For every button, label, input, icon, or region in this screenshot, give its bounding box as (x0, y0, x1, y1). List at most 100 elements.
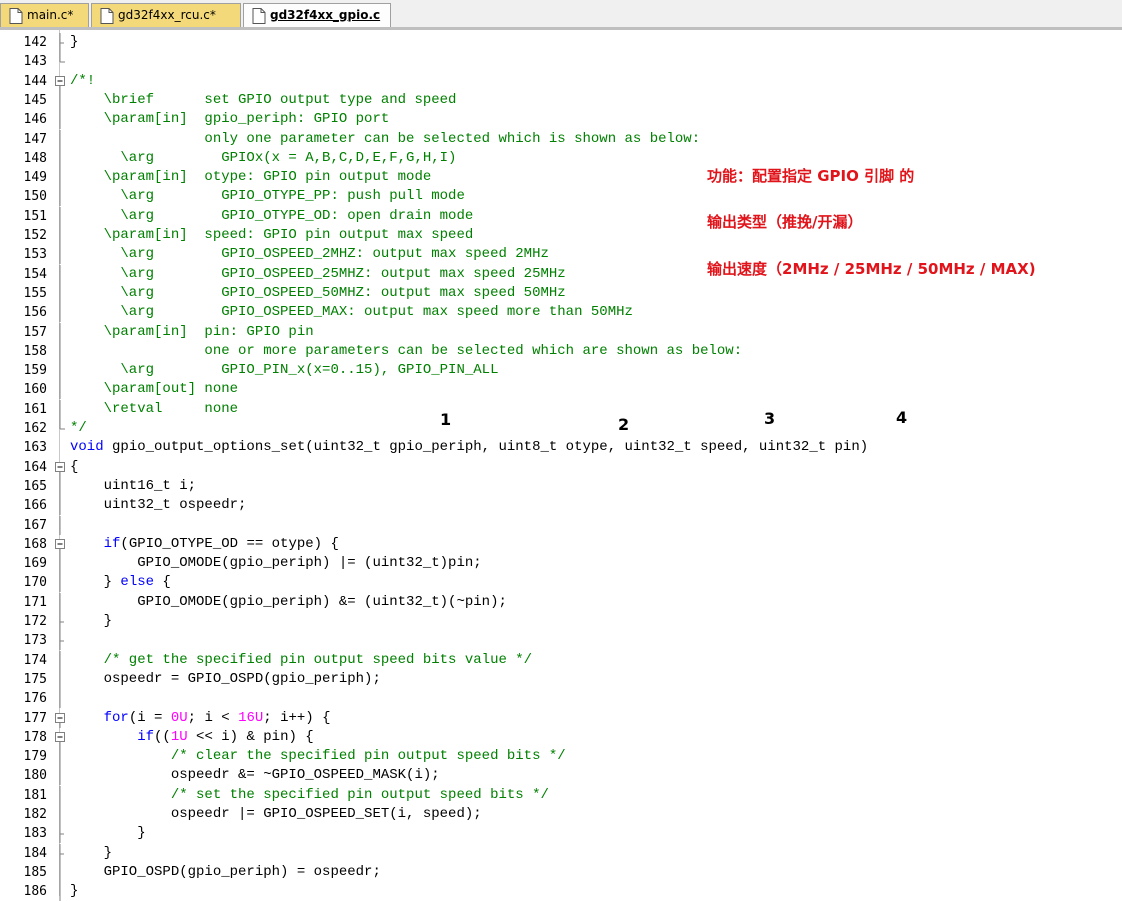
code-line: 181 /* set the specified pin output spee… (0, 785, 1122, 805)
code-text[interactable]: if((1U << i) & pin) { (70, 728, 313, 747)
code-text[interactable]: \param[in] gpio_periph: GPIO port (70, 110, 390, 129)
line-number: 169 (23, 556, 47, 572)
code-text[interactable]: \arg GPIO_OSPEED_25MHZ: output max speed… (70, 265, 565, 284)
code-text[interactable]: } (70, 844, 112, 863)
code-number: 1U (170, 728, 188, 745)
line-number: 161 (23, 401, 47, 417)
code-text[interactable]: } (70, 824, 145, 843)
fold-guide-icon (59, 264, 61, 284)
line-number: 173 (23, 633, 47, 649)
code-text[interactable]: \retval none (70, 400, 238, 419)
fold-toggle-icon[interactable] (54, 458, 67, 477)
tab-gd32f4xx-gpio-c[interactable]: gd32f4xx_gpio.c (243, 3, 391, 27)
code-text[interactable]: \param[in] otype: GPIO pin output mode (70, 168, 432, 187)
code-text[interactable]: \param[in] pin: GPIO pin (70, 323, 314, 342)
code-token: GPIO_OSPD(gpio_periph) = ospeedr; (70, 863, 381, 880)
code-token: (i = (128, 709, 171, 726)
code-line: 152 \param[in] speed: GPIO pin output ma… (0, 226, 1122, 245)
line-number: 160 (23, 382, 47, 398)
code-text[interactable]: \arg GPIO_OTYPE_PP: push pull mode (70, 187, 464, 206)
code-editor[interactable]: 142} 143 144/*! 145 \brief set GPIO output … (0, 30, 1122, 901)
code-comment: \arg GPIO_OSPEED_50MHZ: output max speed… (70, 284, 566, 301)
fold-toggle-icon[interactable] (54, 72, 67, 91)
code-text[interactable]: /* clear the specified pin output speed … (70, 747, 566, 766)
fold-guide-icon (59, 380, 61, 400)
code-text[interactable]: GPIO_OMODE(gpio_periph) &= (uint32_t)(~p… (70, 593, 507, 612)
code-text[interactable]: \arg GPIO_OSPEED_50MHZ: output max speed… (70, 284, 566, 303)
code-comment: \arg GPIO_OSPEED_2MHZ: output max speed … (70, 246, 549, 263)
code-line: 150 \arg GPIO_OTYPE_PP: push pull mode (0, 187, 1122, 207)
code-text[interactable]: ospeedr = GPIO_OSPD(gpio_periph); (70, 670, 381, 689)
code-text[interactable]: } else { (70, 573, 171, 592)
fold-guide-icon (59, 515, 61, 535)
fold-guide-icon (59, 148, 61, 168)
fold-guide-icon (59, 187, 61, 207)
fold-guide-icon (59, 341, 61, 361)
code-number: 0U (170, 709, 188, 726)
code-text[interactable]: { (70, 458, 78, 477)
code-text[interactable]: if(GPIO_OTYPE_OD == otype) { (70, 535, 339, 554)
line-number: 186 (23, 884, 47, 900)
code-text[interactable]: GPIO_OSPD(gpio_periph) = ospeedr; (70, 863, 381, 882)
code-text[interactable]: one or more parameters can be selected w… (70, 342, 742, 361)
line-number: 171 (23, 594, 47, 610)
code-text[interactable]: ospeedr |= GPIO_OSPEED_SET(i, speed); (70, 805, 482, 824)
fold-guide-icon (59, 110, 61, 130)
code-text[interactable]: */ (70, 419, 87, 438)
code-text[interactable]: uint32_t ospeedr; (70, 496, 247, 515)
code-text[interactable]: /*! (70, 72, 95, 91)
code-text[interactable]: GPIO_OMODE(gpio_periph) |= (uint32_t)pin… (70, 554, 481, 573)
line-number: 150 (23, 189, 47, 205)
fold-guide-icon (59, 226, 61, 245)
fold-guide-icon (59, 843, 64, 863)
code-token: { (70, 458, 79, 475)
code-keyword: for (103, 709, 129, 726)
line-number: 155 (23, 285, 47, 301)
code-text[interactable]: ospeedr &= ~GPIO_OSPEED_MASK(i); (70, 766, 440, 785)
line-number: 174 (23, 652, 47, 668)
code-token: ; i < (187, 709, 239, 726)
code-text[interactable]: } (70, 33, 78, 52)
code-text[interactable]: \arg GPIO_OTYPE_OD: open drain mode (70, 207, 473, 226)
fold-guide-icon (59, 882, 61, 901)
fold-toggle-icon[interactable] (54, 709, 67, 728)
fold-toggle-icon[interactable] (54, 728, 67, 747)
code-text[interactable]: void gpio_output_options_set(uint32_t gp… (70, 438, 868, 457)
code-token: ospeedr &= ~GPIO_OSPEED_MASK(i); (70, 767, 440, 784)
code-line: 159 \arg GPIO_PIN_x(x=0..15), GPIO_PIN_A… (0, 361, 1122, 381)
code-line: 184 } (0, 843, 1122, 863)
code-text[interactable]: \param[out] none (70, 380, 238, 399)
code-text[interactable]: for(i = 0U; i < 16U; i++) { (70, 709, 331, 728)
code-text[interactable]: } (70, 882, 78, 901)
tab-main-c[interactable]: main.c* (0, 3, 89, 27)
code-text[interactable]: \arg GPIO_PIN_x(x=0..15), GPIO_PIN_ALL (70, 361, 498, 380)
code-line: 164 { (0, 458, 1122, 477)
code-text[interactable]: \arg GPIO_OSPEED_MAX: output max speed m… (70, 303, 633, 322)
code-text[interactable]: } (70, 612, 112, 631)
line-number: 159 (23, 363, 47, 379)
code-comment: \arg GPIO_OSPEED_MAX: output max speed m… (70, 304, 633, 321)
code-text[interactable]: /* get the specified pin output speed bi… (70, 651, 532, 670)
fold-guide-icon (59, 805, 61, 824)
fold-toggle-icon[interactable] (54, 535, 67, 554)
line-number: 164 (23, 459, 47, 475)
fold-guide-icon (59, 862, 61, 882)
line-number: 162 (23, 421, 47, 436)
code-text[interactable]: only one parameter can be selected which… (70, 130, 700, 149)
fold-guide-icon (59, 766, 61, 786)
code-text[interactable]: \brief set GPIO output type and speed (70, 91, 457, 110)
file-icon (9, 8, 23, 24)
line-number: 149 (23, 170, 47, 186)
code-text[interactable]: uint16_t i; (70, 477, 196, 496)
code-comment: \param[in] otype: GPIO pin output mode (70, 169, 432, 186)
code-token: } (70, 883, 79, 900)
code-text[interactable]: /* set the specified pin output speed bi… (70, 786, 549, 805)
code-text[interactable]: \arg GPIO_OSPEED_2MHZ: output max speed … (70, 245, 549, 264)
tab-gd32f4xx-rcu-c[interactable]: gd32f4xx_rcu.c* (91, 3, 241, 27)
code-token: (GPIO_OTYPE_OD == otype) { (120, 535, 339, 552)
code-text[interactable]: \arg GPIOx(x = A,B,C,D,E,F,G,H,I) (70, 149, 456, 168)
code-text[interactable]: \param[in] speed: GPIO pin output max sp… (70, 226, 474, 245)
code-token: uint32_t ospeedr; (70, 497, 247, 514)
line-number: 183 (23, 826, 47, 842)
